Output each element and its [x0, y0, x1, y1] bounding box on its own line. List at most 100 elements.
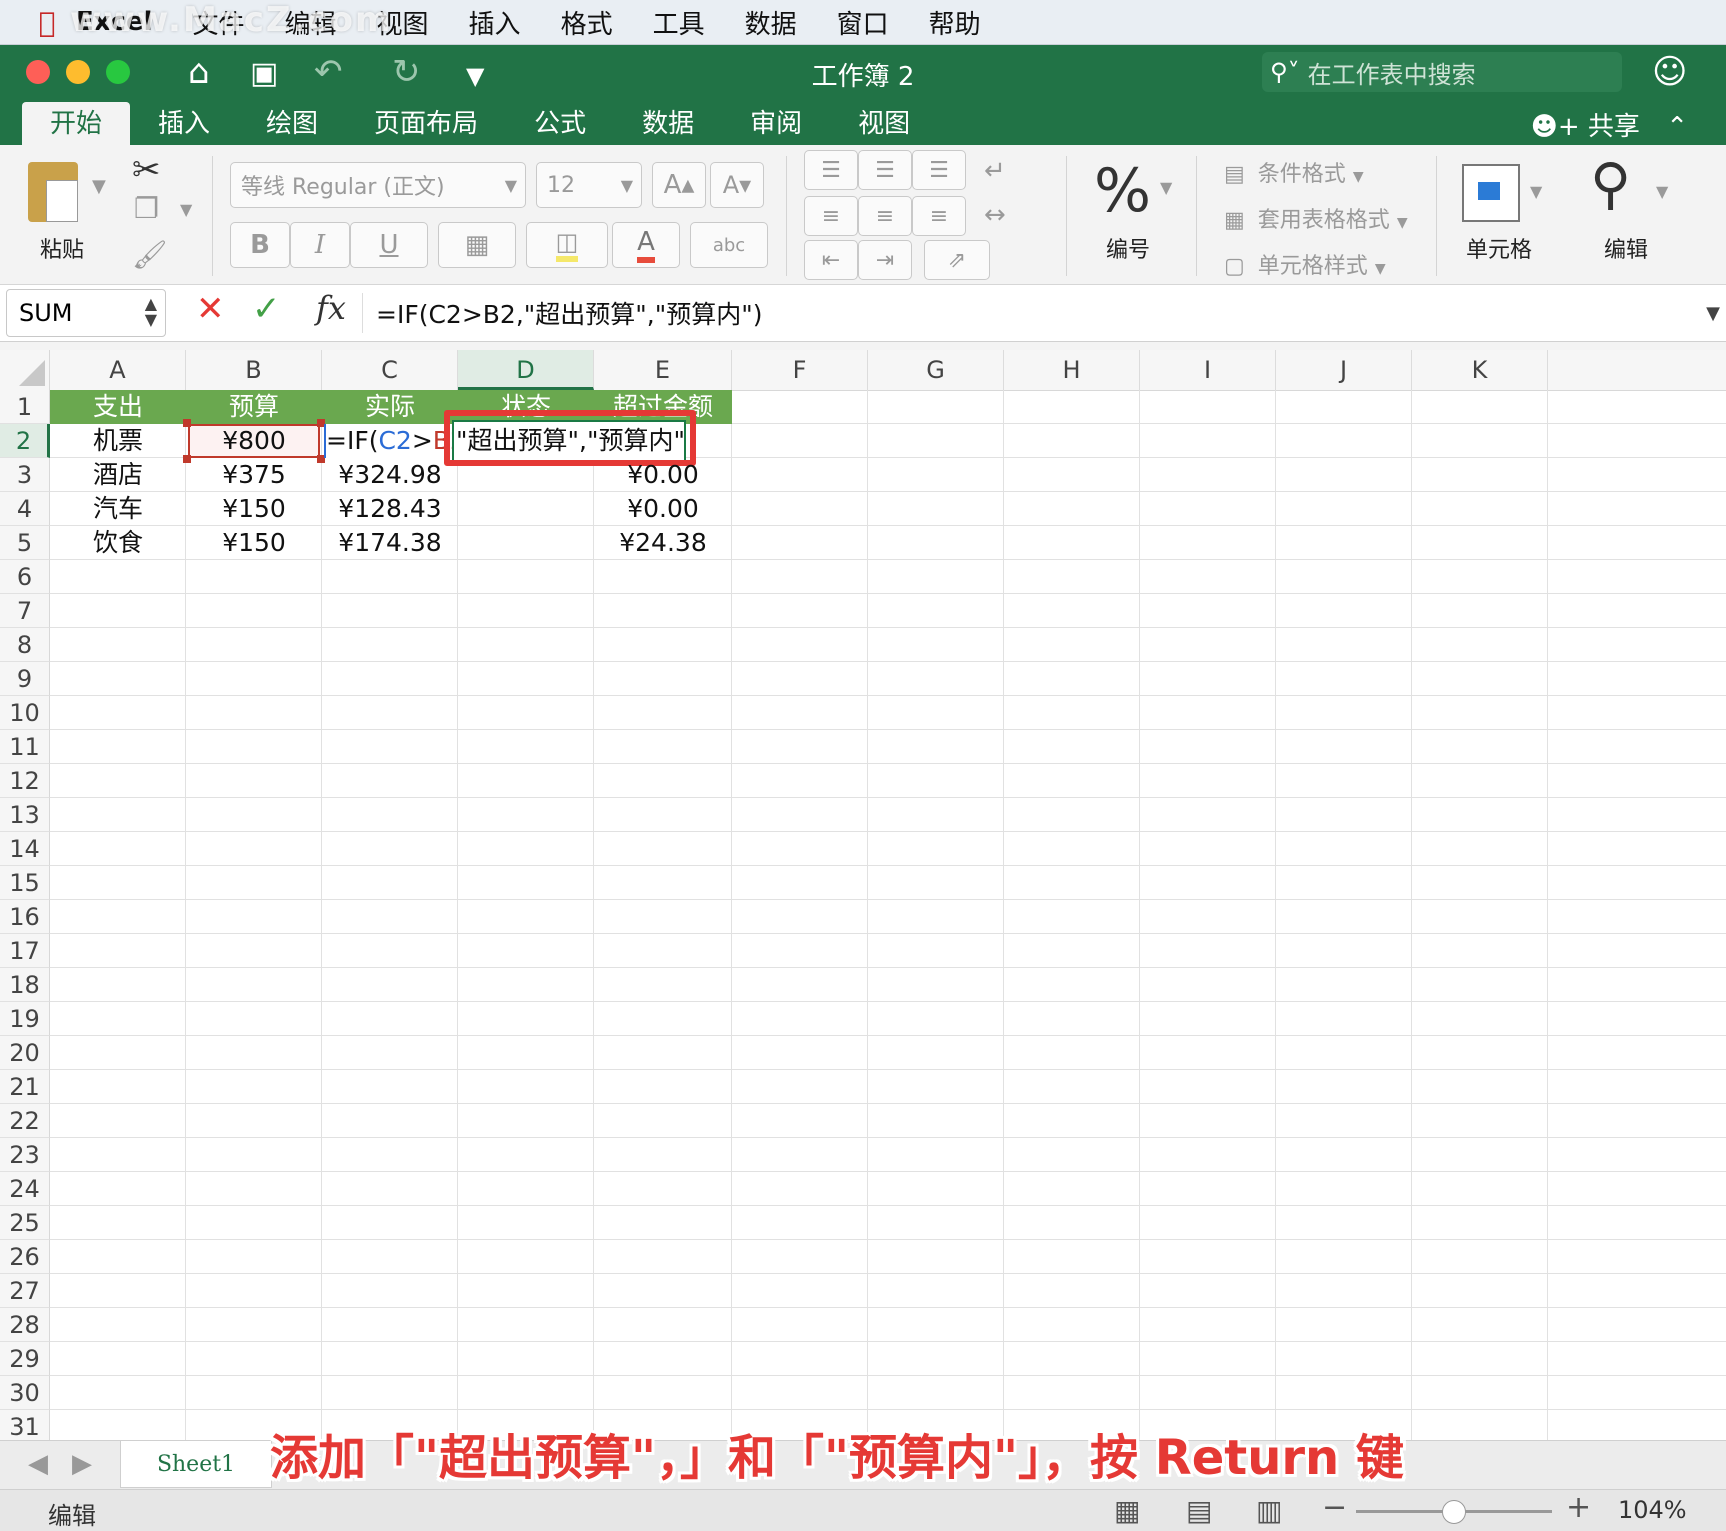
borders-button[interactable]: ▦	[438, 222, 516, 268]
column-header-d[interactable]: D	[458, 350, 594, 390]
row-header-18[interactable]: 18	[0, 968, 50, 1002]
merge-cells-icon[interactable]: ↔	[984, 200, 1006, 230]
italic-button[interactable]: I	[290, 222, 350, 268]
decrease-font-size-button[interactable]: A▾	[710, 162, 764, 208]
apple-logo-icon[interactable]: 	[24, 3, 70, 41]
align-left-button[interactable]: ≡	[804, 196, 858, 236]
copy-icon[interactable]: ❐	[134, 192, 159, 225]
phonetic-guide-button[interactable]: abc	[690, 222, 768, 268]
cell-a1[interactable]: 支出	[50, 390, 186, 424]
column-header-a[interactable]: A	[50, 350, 186, 390]
row-header-8[interactable]: 8	[0, 628, 50, 662]
cancel-formula-icon[interactable]: ✕	[196, 289, 225, 329]
cell-a3[interactable]: 酒店	[50, 458, 186, 492]
menu-data[interactable]: 数据	[745, 4, 797, 41]
row-header-12[interactable]: 12	[0, 764, 50, 798]
ref-handle[interactable]	[183, 419, 191, 427]
menu-tools[interactable]: 工具	[653, 4, 705, 41]
number-dropdown-icon[interactable]: ▼	[1160, 178, 1172, 197]
zoom-slider-thumb[interactable]	[1442, 1500, 1466, 1524]
row-header-21[interactable]: 21	[0, 1070, 50, 1104]
cell-b3[interactable]: ¥375	[186, 458, 322, 492]
insert-function-icon[interactable]: fx	[316, 289, 346, 327]
orientation-button[interactable]: ⇗	[924, 240, 990, 280]
cell-e5[interactable]: ¥24.38	[594, 526, 732, 560]
cell-b4[interactable]: ¥150	[186, 492, 322, 526]
row-header-17[interactable]: 17	[0, 934, 50, 968]
fill-color-button[interactable]: ◫	[526, 222, 608, 268]
column-header-k[interactable]: K	[1412, 350, 1548, 390]
wrap-text-icon[interactable]: ↵	[984, 156, 1006, 186]
row-header-11[interactable]: 11	[0, 730, 50, 764]
normal-view-icon[interactable]: ▦	[1114, 1494, 1140, 1527]
cell-c1[interactable]: 实际	[322, 390, 458, 424]
row-header-25[interactable]: 25	[0, 1206, 50, 1240]
row-header-19[interactable]: 19	[0, 1002, 50, 1036]
cell-a4[interactable]: 汽车	[50, 492, 186, 526]
select-all-corner[interactable]	[0, 350, 50, 390]
page-break-view-icon[interactable]: ▥	[1256, 1494, 1282, 1527]
confirm-formula-icon[interactable]: ✓	[252, 289, 281, 329]
row-header-26[interactable]: 26	[0, 1240, 50, 1274]
row-header-3[interactable]: 3	[0, 458, 50, 492]
column-header-f[interactable]: F	[732, 350, 868, 390]
cells-icon[interactable]	[1462, 164, 1520, 222]
row-header-4[interactable]: 4	[0, 492, 50, 526]
tab-review[interactable]: 审阅	[722, 102, 830, 146]
row-header-7[interactable]: 7	[0, 594, 50, 628]
cut-icon[interactable]: ✂	[132, 150, 161, 190]
in-cell-formula-head[interactable]: =IF(C2>B2	[326, 424, 458, 458]
tab-formulas[interactable]: 公式	[506, 102, 614, 146]
prev-sheet-icon[interactable]: ◀	[28, 1449, 48, 1479]
row-header-28[interactable]: 28	[0, 1308, 50, 1342]
edit-dropdown-icon[interactable]: ▼	[1656, 182, 1668, 201]
table-format-button[interactable]: ▦ 套用表格格式 ▼	[1224, 202, 1408, 234]
bold-button[interactable]: B	[230, 222, 290, 268]
row-header-27[interactable]: 27	[0, 1274, 50, 1308]
row-header-5[interactable]: 5	[0, 526, 50, 560]
tab-view[interactable]: 视图	[830, 102, 938, 146]
row-header-16[interactable]: 16	[0, 900, 50, 934]
row-header-31[interactable]: 31	[0, 1410, 50, 1440]
cell-e3[interactable]: ¥0.00	[594, 458, 732, 492]
row-header-6[interactable]: 6	[0, 560, 50, 594]
format-painter-icon[interactable]: 🖌	[132, 238, 168, 271]
column-header-i[interactable]: I	[1140, 350, 1276, 390]
percent-icon[interactable]: %	[1094, 156, 1151, 226]
tab-data[interactable]: 数据	[614, 102, 722, 146]
row-header-23[interactable]: 23	[0, 1138, 50, 1172]
cells-dropdown-icon[interactable]: ▼	[1530, 182, 1542, 201]
column-header-b[interactable]: B	[186, 350, 322, 390]
column-header-c[interactable]: C	[322, 350, 458, 390]
tab-draw[interactable]: 绘图	[238, 102, 346, 146]
row-header-14[interactable]: 14	[0, 832, 50, 866]
menu-help[interactable]: 帮助	[929, 4, 981, 41]
align-right-button[interactable]: ≡	[912, 196, 966, 236]
row-header-13[interactable]: 13	[0, 798, 50, 832]
zoom-out-icon[interactable]: −	[1322, 1490, 1347, 1525]
column-header-j[interactable]: J	[1276, 350, 1412, 390]
cell-a5[interactable]: 饮食	[50, 526, 186, 560]
zoom-in-icon[interactable]: +	[1566, 1490, 1591, 1525]
cell-c5[interactable]: ¥174.38	[322, 526, 458, 560]
cell-b1[interactable]: 预算	[186, 390, 322, 424]
tab-insert[interactable]: 插入	[130, 102, 238, 146]
row-header-29[interactable]: 29	[0, 1342, 50, 1376]
conditional-format-button[interactable]: ▤ 条件格式 ▼	[1224, 156, 1364, 188]
font-color-button[interactable]: A	[612, 222, 680, 268]
name-box-stepper-icon[interactable]: ▲ ▼	[145, 296, 157, 328]
sheet-tab-sheet1[interactable]: Sheet1	[120, 1441, 272, 1488]
smiley-feedback-icon[interactable]: ☺	[1652, 52, 1687, 92]
column-header-g[interactable]: G	[868, 350, 1004, 390]
underline-button[interactable]: U	[350, 222, 428, 268]
cell-a2[interactable]: 机票	[50, 424, 186, 458]
cell-b5[interactable]: ¥150	[186, 526, 322, 560]
align-middle-button[interactable]: ☰	[858, 150, 912, 190]
align-center-button[interactable]: ≡	[858, 196, 912, 236]
row-header-30[interactable]: 30	[0, 1376, 50, 1410]
row-header-2[interactable]: 2	[0, 424, 50, 458]
row-header-15[interactable]: 15	[0, 866, 50, 900]
menu-format[interactable]: 格式	[561, 4, 613, 41]
name-box[interactable]: SUM ▲ ▼	[6, 289, 166, 337]
column-header-e[interactable]: E	[594, 350, 732, 390]
